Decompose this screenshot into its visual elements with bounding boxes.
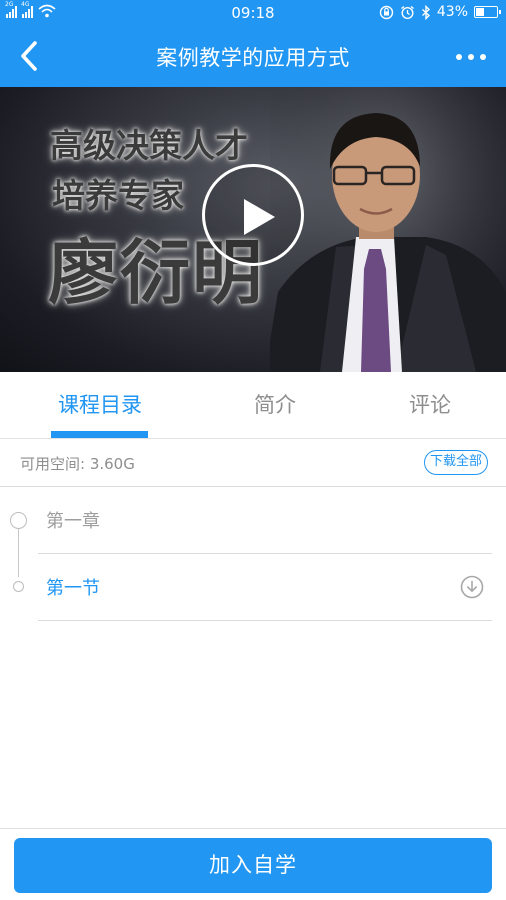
- tab-comments[interactable]: 评论: [370, 372, 490, 438]
- rotation-lock-icon: [379, 5, 394, 19]
- battery-percent: 43%: [436, 4, 468, 20]
- more-dot-icon: [456, 54, 462, 60]
- section-node-icon: [13, 581, 24, 592]
- download-icon[interactable]: [460, 575, 484, 599]
- status-bar: 2G 4G 09:18 43%: [0, 0, 506, 26]
- play-icon[interactable]: [202, 164, 304, 266]
- list-item-section[interactable]: 第一节: [38, 554, 492, 621]
- chapter-node-icon: [10, 512, 27, 529]
- status-right-icons: 43%: [379, 4, 501, 20]
- presenter-photo: [270, 87, 506, 372]
- more-dot-icon: [468, 54, 474, 60]
- battery-icon: [474, 6, 501, 18]
- chapter-label: 第一章: [46, 511, 100, 532]
- video-player[interactable]: 高级决策人才 培养专家 廖衍明: [0, 87, 506, 372]
- bottom-bar: 加入自学: [0, 828, 506, 900]
- page-title: 案例教学的应用方式: [156, 46, 350, 70]
- download-all-button[interactable]: 下载全部: [423, 450, 488, 475]
- join-self-study-button[interactable]: 加入自学: [14, 838, 492, 893]
- battery-fill: [476, 8, 484, 16]
- section-label: 第一节: [46, 578, 100, 599]
- tab-catalog[interactable]: 课程目录: [40, 372, 160, 438]
- tab-intro[interactable]: 简介: [215, 372, 335, 438]
- bluetooth-icon: [421, 4, 430, 20]
- chapter-list: 第一章 第一节: [0, 487, 506, 627]
- app-bar: 案例教学的应用方式: [0, 26, 506, 87]
- more-dot-icon: [480, 54, 486, 60]
- video-caption-line2: 培养专家: [52, 176, 184, 215]
- video-caption-line1: 高级决策人才: [50, 126, 248, 165]
- available-space: 可用空间: 3.60G: [20, 455, 135, 473]
- tab-bar: 课程目录 简介 评论: [0, 372, 506, 439]
- tab-indicator: [51, 431, 148, 438]
- timeline-line: [18, 527, 19, 577]
- alarm-icon: [400, 5, 414, 19]
- list-item-chapter[interactable]: 第一章: [38, 487, 492, 554]
- more-options-button[interactable]: [456, 42, 486, 72]
- storage-bar: 可用空间: 3.60G 下载全部: [0, 439, 506, 487]
